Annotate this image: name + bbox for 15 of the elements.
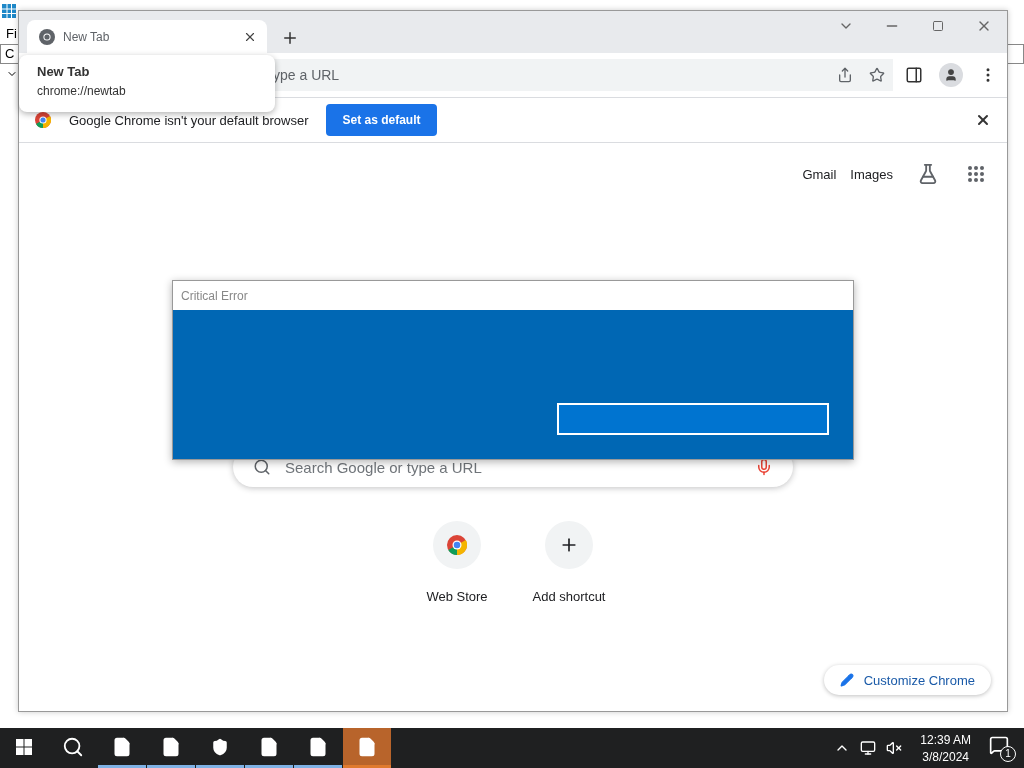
customize-button[interactable]: Customize Chrome [823, 665, 991, 695]
shortcut-tile[interactable]: Web Store [417, 521, 497, 604]
infobar-message: Google Chrome isn't your default browser [69, 112, 309, 128]
tooltip-title: New Tab [37, 64, 91, 79]
dialog-title: Critical Error [173, 281, 853, 310]
tooltip-url: chrome://newtab [37, 84, 127, 98]
set-default-button[interactable]: Set as default [326, 104, 437, 136]
tab-title: New Tab [63, 29, 111, 44]
notification-count: 1 [1000, 745, 1016, 762]
shortcut-tile[interactable]: Add shortcut [529, 521, 609, 604]
browser-tab[interactable]: New Tab [27, 20, 267, 53]
header-link[interactable]: Gmail [802, 166, 837, 182]
clock[interactable]: 12:39 AM 3/8/2024 [920, 732, 971, 764]
header-link[interactable]: Images [850, 166, 893, 182]
menu-fragment[interactable]: Fi [6, 26, 17, 41]
